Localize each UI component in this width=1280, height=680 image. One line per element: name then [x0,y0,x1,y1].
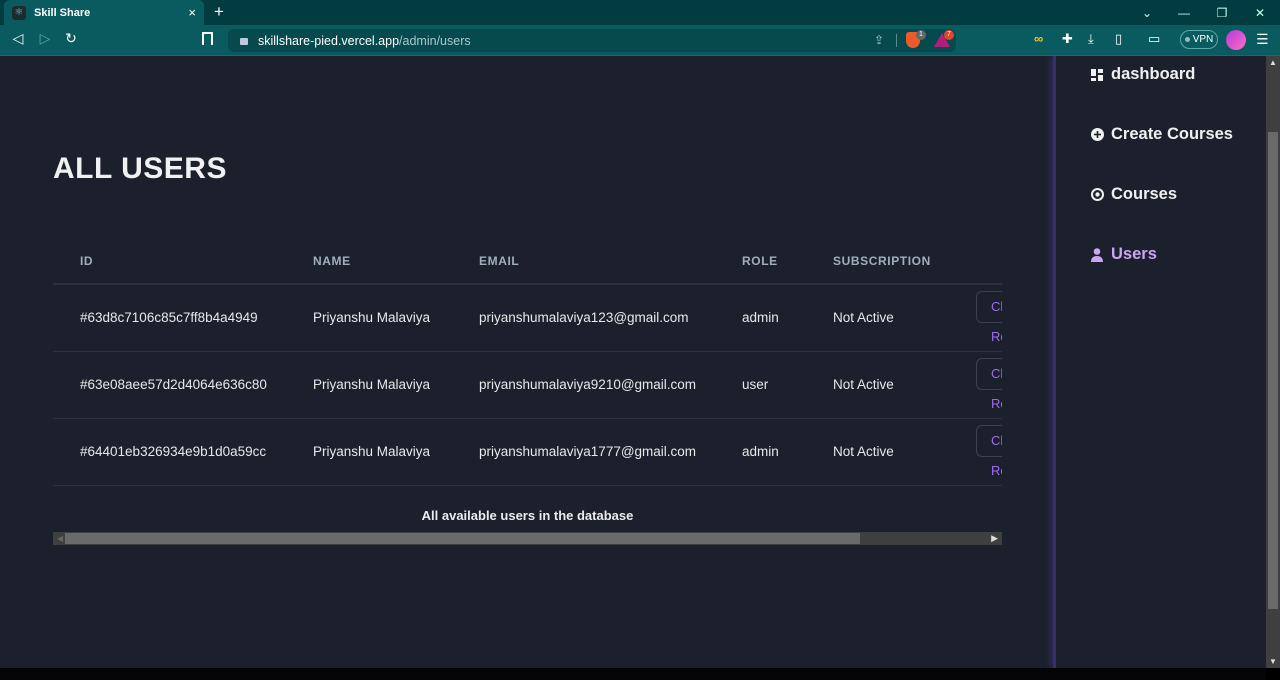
url-host: skillshare-pied.vercel.app [258,33,400,48]
vertical-scroll-thumb[interactable] [1268,132,1278,609]
page-title: ALL USERS [53,152,227,185]
cell-subscription: Not Active [806,351,949,419]
sidebar-item-dashboard[interactable]: dashboard [1090,65,1195,84]
horizontal-scrollbar[interactable]: ◀ ▶ [53,532,1002,545]
cell-email: priyanshumalaviya1777@gmail.com [452,418,715,486]
vertical-scrollbar[interactable]: ▲ ▼ [1266,56,1280,668]
sidebar-item-label: Courses [1111,185,1178,203]
minimize-button[interactable]: — [1165,0,1203,25]
table-row: #63e08aee57d2d4064e636c80 Priyanshu Mala… [53,351,1002,419]
tab-title: Skill Share [34,6,91,19]
vpn-label: VPN [1192,34,1214,45]
browser-tab-strip: ⚛ Skill Share × + ⌄ — ❐ ✕ [0,0,1280,25]
browser-menu-icon[interactable]: ☰ [1256,31,1269,48]
change-role-button[interactable]: Change Role [976,358,1002,411]
cell-role: admin [715,418,806,486]
sidebar-item-create-courses[interactable]: Create Courses [1090,125,1233,144]
close-window-button[interactable]: ✕ [1241,0,1279,25]
column-header-id: ID [53,238,286,285]
vpn-button[interactable]: VPN [1180,30,1218,49]
users-table-container: ID NAME EMAIL ROLE SUBSCRIPTION #63d8c71… [53,238,1002,548]
browser-tab[interactable]: ⚛ Skill Share × [4,0,204,25]
change-role-button[interactable]: Change Role [976,425,1002,478]
extensions-puzzle-icon[interactable]: ✚ [1062,31,1073,47]
wallet-icon[interactable]: ▭ [1148,31,1160,47]
change-role-button[interactable]: Change Role [976,291,1002,344]
cell-email: priyanshumalaviya123@gmail.com [452,284,715,352]
lock-icon [240,38,248,45]
cell-subscription: Not Active [806,418,949,486]
back-button[interactable]: ◁ [8,30,28,47]
column-header-action [949,238,1002,285]
scroll-left-icon[interactable]: ◀ [57,534,63,543]
cell-name: Priyanshu Malaviya [286,284,452,352]
sidebar-item-courses[interactable]: Courses [1090,185,1177,204]
reload-button[interactable]: ↻ [61,30,81,47]
cell-email: priyanshumalaviya9210@gmail.com [452,351,715,419]
react-favicon-icon: ⚛ [12,5,26,20]
plus-circle-icon [1090,128,1104,142]
divider [896,34,897,47]
restore-button[interactable]: ❐ [1203,0,1241,25]
scroll-up-icon[interactable]: ▲ [1269,58,1277,67]
cell-name: Priyanshu Malaviya [286,351,452,419]
dashboard-icon [1090,68,1104,82]
tab-search-dropdown-icon[interactable]: ⌄ [1128,0,1166,25]
cell-action: Change Role [949,418,1002,486]
main-panel: ALL USERS ID NAME EMAIL ROLE SUBSCRIPTIO… [0,56,1053,668]
users-table: ID NAME EMAIL ROLE SUBSCRIPTION #63d8c71… [53,238,1002,486]
share-icon[interactable]: ⇪ [874,33,884,47]
cell-action: Change Role [949,351,1002,419]
column-header-email: EMAIL [452,238,715,285]
shield-count-badge: 1 [916,30,926,40]
profile-avatar[interactable] [1226,30,1246,50]
cell-subscription: Not Active [806,284,949,352]
sidebar-item-label: Create Courses [1111,125,1233,143]
cell-name: Priyanshu Malaviya [286,418,452,486]
scroll-down-icon[interactable]: ▼ [1269,657,1277,666]
cell-role: admin [715,284,806,352]
cell-role: user [715,351,806,419]
forward-button[interactable]: ▷ [35,30,55,47]
tab-close-icon[interactable]: × [188,5,196,20]
sidebar-item-users[interactable]: Users [1090,245,1157,264]
window-bottom-edge [0,668,1266,680]
browser-toolbar: ◁ ▷ ↻ skillshare-pied.vercel.app/admin/u… [0,25,1280,56]
cell-id: #63e08aee57d2d4064e636c80 [53,351,286,419]
address-bar[interactable]: skillshare-pied.vercel.app/admin/users ⇪… [228,29,956,52]
column-header-subscription: SUBSCRIPTION [806,238,949,285]
table-caption: All available users in the database [421,508,634,523]
eye-icon [1090,188,1104,202]
scroll-right-icon[interactable]: ▶ [991,533,998,544]
page-content: ALL USERS ID NAME EMAIL ROLE SUBSCRIPTIO… [0,56,1266,668]
vpn-status-dot [1184,37,1190,42]
bookmark-icon[interactable] [202,32,213,45]
table-header-row: ID NAME EMAIL ROLE SUBSCRIPTION [53,238,1002,285]
sidebar-item-label: Users [1111,245,1157,263]
cell-id: #64401eb326934e9b1d0a59cc [53,418,286,486]
column-header-name: NAME [286,238,452,285]
sidebar-toggle-icon[interactable]: ▯ [1115,31,1122,47]
horizontal-scroll-thumb[interactable] [65,533,860,544]
user-icon [1090,247,1104,262]
column-header-role: ROLE [715,238,806,285]
infinity-extension-icon[interactable]: ∞ [1034,31,1043,46]
admin-sidebar: dashboard Create Courses Courses Users [1053,56,1266,668]
url-path: /admin/users [399,33,471,48]
download-icon[interactable]: ⤓ [1088,31,1094,47]
new-tab-button[interactable]: + [214,2,224,22]
table-row: #63d8c7106c85c7ff8b4a4949 Priyanshu Mala… [53,284,1002,352]
sidebar-item-label: dashboard [1111,65,1196,83]
table-row: #64401eb326934e9b1d0a59cc Priyanshu Mala… [53,418,1002,486]
rewards-count-badge: 7 [944,30,954,40]
cell-action: Change Role [949,284,1002,352]
cell-id: #63d8c7106c85c7ff8b4a4949 [53,284,286,352]
